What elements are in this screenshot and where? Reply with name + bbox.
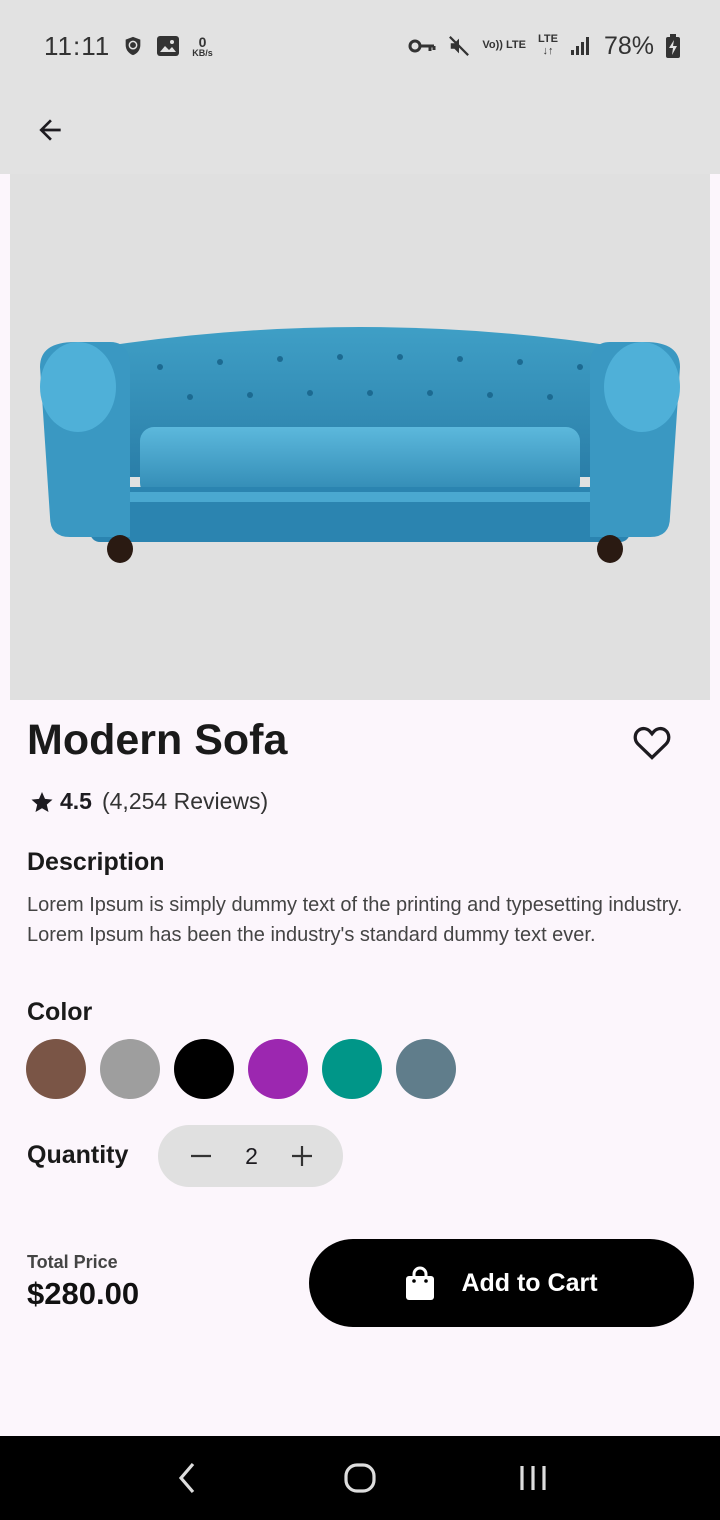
color-label: Color [27,998,93,1026]
quantity-stepper: 2 [158,1125,343,1187]
plus-icon [291,1146,312,1166]
total-price-label: Total Price [27,1252,118,1272]
quantity-label: Quantity [27,1141,129,1169]
description-label: Description [27,848,165,876]
favorite-button[interactable] [630,722,674,762]
color-swatch-purple[interactable] [248,1039,308,1099]
color-swatch-black[interactable] [174,1039,234,1099]
recents-icon [520,1466,546,1490]
home-circle-icon [344,1463,376,1493]
nav-recents-button[interactable] [503,1448,563,1508]
status-bar: 11:11 0 KB/s Vo)) LTE LTE ↓↑ 78% [0,0,720,92]
color-swatch-blue-grey[interactable] [396,1039,456,1099]
decrement-button[interactable] [186,1141,216,1171]
add-to-cart-label: Add to Cart [461,1268,598,1297]
shopping-bag-icon [406,1266,435,1300]
minus-icon [191,1154,211,1158]
gallery-icon [156,35,180,57]
add-to-cart-button[interactable]: Add to Cart [309,1239,694,1327]
color-swatch-brown[interactable] [26,1039,86,1099]
product-image [10,174,710,700]
chevron-left-icon [178,1462,194,1494]
lte-indicator: LTE ↓↑ [537,33,558,57]
nav-back-button[interactable] [157,1448,217,1508]
data-speed: 0 KB/s [192,33,213,58]
battery-percent: 78% [603,31,654,60]
star-icon [31,791,53,812]
increment-button[interactable] [287,1141,317,1171]
product-title: Modern Sofa [27,716,288,764]
volte-indicator: Vo)) LTE [482,39,526,52]
description-text: Lorem Ipsum is simply dummy text of the … [27,894,683,946]
vpn-shield-icon [122,35,144,57]
status-left: 11:11 0 KB/s [44,31,213,62]
app-bar [0,92,720,174]
rating: 4.5 (4,254 Reviews) [30,788,268,815]
nav-home-button[interactable] [330,1448,390,1508]
system-nav-bar [0,1436,720,1520]
quantity-value: 2 [245,1142,258,1169]
battery-charging-icon [666,34,680,58]
sofa-image [40,327,680,563]
color-swatches [26,1039,456,1099]
color-swatch-grey[interactable] [100,1039,160,1099]
status-time: 11:11 [44,30,111,61]
status-right: Vo)) LTE LTE ↓↑ 78% [408,32,680,61]
signal-icon [570,36,592,56]
total-price: $280.00 [27,1276,140,1311]
heart-outline-icon [633,726,671,760]
key-icon [408,38,436,54]
mute-icon [448,35,470,57]
arrow-back-icon [39,119,61,141]
rating-score: 4.5 [60,788,92,814]
back-button[interactable] [28,108,72,152]
color-swatch-teal[interactable] [322,1039,382,1099]
review-count: (4,254 Reviews) [101,788,269,814]
